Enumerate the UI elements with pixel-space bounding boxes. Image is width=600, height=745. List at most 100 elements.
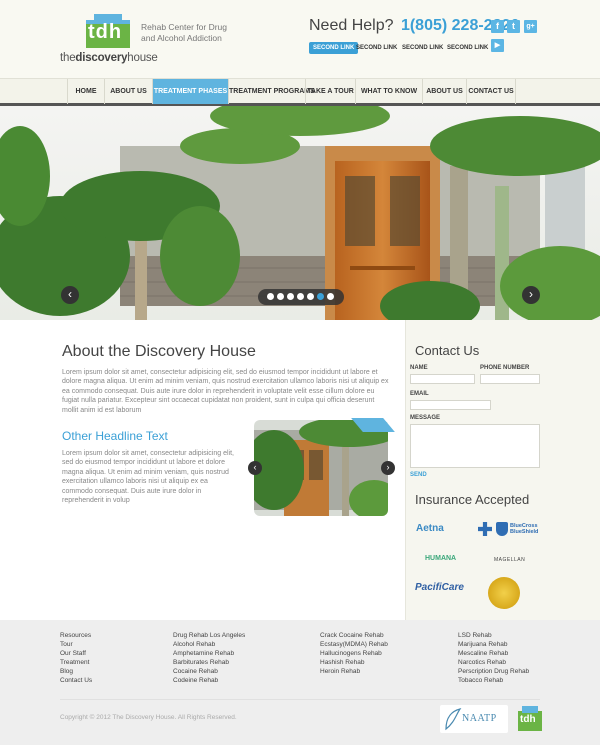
footer-link[interactable]: Mescaline Rehab [458, 649, 529, 658]
footer-link[interactable]: LSD Rehab [458, 631, 529, 640]
naatp-badge[interactable]: NAATP [440, 705, 508, 733]
pacificare-logo: PacifiCare [415, 582, 464, 593]
name-field[interactable] [410, 374, 475, 384]
footer-divider [60, 699, 540, 700]
footer-link[interactable]: Alcohol Rehab [173, 640, 245, 649]
slider-dot[interactable] [327, 293, 334, 300]
slider-next-button[interactable]: › [522, 286, 540, 304]
footer-link[interactable]: Perscription Drug Rehab [458, 667, 529, 676]
message-label: MESSAGE [410, 415, 441, 421]
site-footer: Resources Tour Our Staff Treatment Blog … [0, 620, 600, 745]
gold-seal-icon [488, 577, 520, 609]
phone-label: PHONE NUMBER [480, 365, 530, 371]
top-link-2[interactable]: SECOND LINK [356, 42, 397, 54]
footer-column-1: Resources Tour Our Staff Treatment Blog … [60, 631, 92, 685]
footer-link[interactable]: Tour [60, 640, 92, 649]
slider-dot[interactable] [267, 293, 274, 300]
naatp-leaf-icon [445, 708, 462, 731]
footer-link[interactable]: Heroin Rehab [320, 667, 388, 676]
nav-item-treatment-programs[interactable]: TREATMENT PROGRAMS [228, 79, 315, 104]
slider-dot[interactable] [307, 293, 314, 300]
logo-wordmark: thediscoveryhouse [60, 52, 158, 64]
hero-image [0, 106, 600, 320]
nav-item-treatment-phases[interactable]: TREATMENT PHASES [152, 79, 228, 104]
message-field[interactable] [410, 424, 540, 468]
site-header: tdh thediscoveryhouse Rehab Center for D… [0, 0, 600, 78]
nav-item-about-us-2[interactable]: ABOUT US [422, 79, 466, 104]
footer-link[interactable]: Hallucinogens Rehab [320, 649, 388, 658]
footer-logo-text: tdh [520, 714, 536, 725]
slider-pagination [258, 289, 344, 305]
footer-column-4: LSD Rehab Marijuana Rehab Mescaline Reha… [458, 631, 529, 685]
slider-dot[interactable] [297, 293, 304, 300]
footer-link[interactable]: Ecstasy(MDMA) Rehab [320, 640, 388, 649]
footer-link[interactable]: Cocaine Rehab [173, 667, 245, 676]
footer-link[interactable]: Marijuana Rehab [458, 640, 529, 649]
aetna-logo: Aetna [416, 523, 444, 534]
slider-prev-button[interactable]: ‹ [61, 286, 79, 304]
other-heading: Other Headline Text [62, 429, 168, 443]
footer-column-2: Drug Rehab Los Angeles Alcohol Rehab Amp… [173, 631, 245, 685]
insurance-heading: Insurance Accepted [415, 492, 530, 507]
nav-item-about-us[interactable]: ABOUT US [104, 79, 152, 104]
logo-word-house: house [127, 52, 158, 64]
help-label: Need Help? [309, 17, 394, 34]
email-label: EMAIL [410, 391, 429, 397]
footer-link[interactable]: Our Staff [60, 649, 92, 658]
top-link-4[interactable]: SECOND LINK [447, 42, 488, 54]
phone-field[interactable] [480, 374, 540, 384]
footer-link[interactable]: Tobacco Rehab [458, 676, 529, 685]
footer-link[interactable]: Narcotics Rehab [458, 658, 529, 667]
twitter-icon[interactable]: t [507, 20, 520, 33]
contact-heading: Contact Us [415, 343, 480, 358]
bcbs-logo: BlueCross BlueShield [510, 523, 539, 535]
logo-word-the: the [60, 52, 76, 64]
bcbs-shield-icon [496, 522, 508, 536]
logo-word-discovery: discovery [75, 52, 128, 64]
slider-dot[interactable] [287, 293, 294, 300]
about-heading: About the Discovery House [62, 343, 256, 360]
send-button[interactable]: SEND [410, 472, 427, 478]
footer-column-3: Crack Cocaine Rehab Ecstasy(MDMA) Rehab … [320, 631, 388, 676]
feature-image [254, 420, 388, 516]
feature-next-button[interactable]: › [381, 461, 395, 475]
top-link-1[interactable]: SECOND LINK [309, 42, 359, 54]
footer-link[interactable]: Drug Rehab Los Angeles [173, 631, 245, 640]
footer-link[interactable]: Hashish Rehab [320, 658, 388, 667]
name-label: NAME [410, 365, 428, 371]
main-content: About the Discovery House Lorem ipsum do… [0, 320, 600, 620]
google-plus-icon[interactable]: g+ [524, 20, 537, 33]
footer-logo[interactable]: tdh [517, 705, 543, 733]
nav-item-what-to-know[interactable]: WHAT TO KNOW [355, 79, 422, 104]
feature-prev-button[interactable]: ‹ [248, 461, 262, 475]
footer-link[interactable]: Codeine Rehab [173, 676, 245, 685]
footer-link[interactable]: Amphetamine Rehab [173, 649, 245, 658]
humana-logo: HUMANA [425, 555, 457, 562]
help-line: Need Help? 1(805) 228-2826 [309, 17, 519, 35]
top-link-3[interactable]: SECOND LINK [402, 42, 443, 54]
other-text: Lorem ipsum dolor sit amet, consectetur … [62, 450, 234, 505]
slider-dot[interactable] [277, 293, 284, 300]
footer-link[interactable]: Blog [60, 667, 92, 676]
about-text: Lorem ipsum dolor sit amet, consectetur … [62, 369, 389, 414]
email-field[interactable] [410, 400, 491, 410]
hero-slider: ‹ › [0, 106, 600, 320]
footer-link[interactable]: Crack Cocaine Rehab [320, 631, 388, 640]
nav-item-take-a-tour[interactable]: TAKE A TOUR [305, 79, 355, 104]
footer-link[interactable]: Resources [60, 631, 92, 640]
nav-item-contact-us[interactable]: CONTACT US [466, 79, 516, 104]
footer-link[interactable]: Treatment [60, 658, 92, 667]
naatp-text: NAATP [462, 713, 497, 724]
magellan-logo: MAGELLAN [494, 557, 526, 563]
feature-photo [254, 420, 388, 516]
facebook-icon[interactable]: f [491, 20, 504, 33]
site-tagline: Rehab Center for Drug and Alcohol Addict… [141, 22, 227, 43]
logo-mark-text: tdh [88, 21, 123, 43]
footer-link[interactable]: Barbiturates Rehab [173, 658, 245, 667]
nav-item-home[interactable]: HOME [67, 79, 104, 104]
copyright: Copyright © 2012 The Discovery House. Al… [60, 714, 237, 721]
footer-link[interactable]: Contact Us [60, 676, 92, 685]
slider-dot-active[interactable] [317, 293, 324, 300]
youtube-icon[interactable]: ▶ [491, 39, 504, 52]
main-nav: HOME ABOUT US TREATMENT PHASES TREATMENT… [0, 78, 600, 106]
